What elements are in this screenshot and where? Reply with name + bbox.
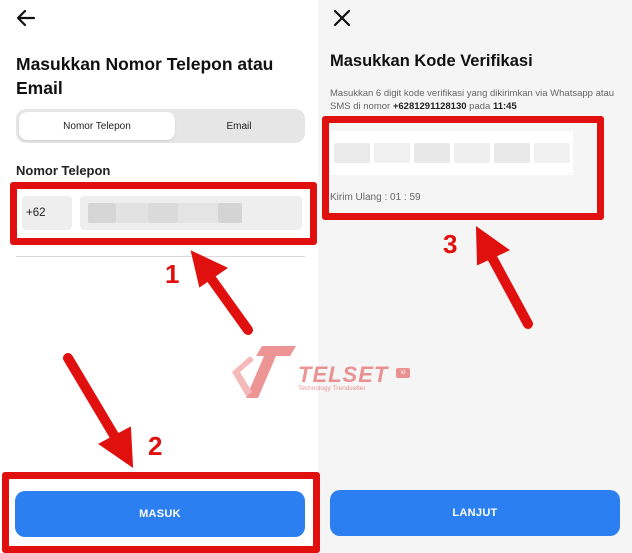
annotation-arrows <box>63 226 533 468</box>
step-number-3: 3 <box>443 229 458 259</box>
step-number-1: 1 <box>165 259 180 289</box>
arrow-step-3 <box>483 245 533 329</box>
arrow-step-2 <box>63 353 123 447</box>
step-number-2: 2 <box>148 431 163 461</box>
arrow-head-step-1 <box>190 250 228 288</box>
